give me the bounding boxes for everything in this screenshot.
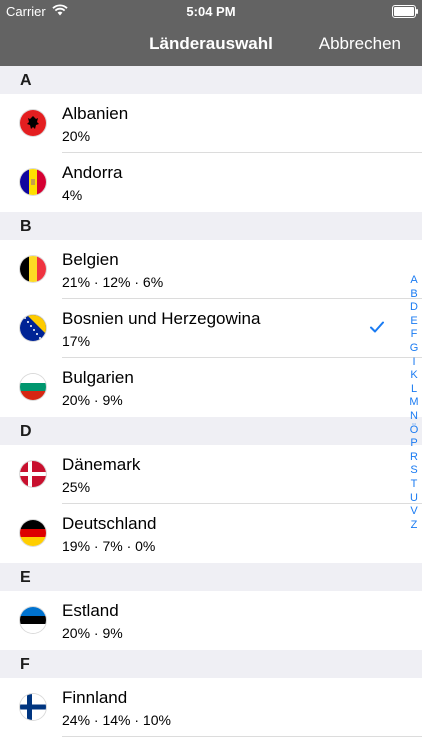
bosnia-flag-icon [20, 315, 46, 341]
index-letter[interactable]: D [406, 301, 422, 315]
index-letter[interactable]: L [406, 383, 422, 397]
index-letter[interactable]: G [406, 342, 422, 356]
country-name: Finnland [62, 688, 128, 707]
country-name: Dänemark [62, 455, 141, 474]
country-name: Bulgarien [62, 368, 134, 387]
index-letter[interactable]: P [406, 437, 422, 451]
vat-rates: 20% · 9% [62, 392, 123, 408]
section-header-e: E [0, 563, 422, 591]
list-item-belgium[interactable]: Belgien 21% · 12% · 6% [0, 240, 422, 299]
index-letter[interactable]: V [406, 505, 422, 519]
index-letter[interactable]: N [406, 410, 422, 424]
list-item-denmark[interactable]: Dänemark 25% [0, 445, 422, 504]
status-bar: Carrier 5:04 PM [0, 0, 422, 22]
battery-icon [392, 5, 418, 18]
section-header-d: D [0, 417, 422, 445]
country-name: Andorra [62, 163, 123, 182]
index-letter[interactable]: F [406, 328, 422, 342]
country-name: Estland [62, 601, 119, 620]
index-letter[interactable]: U [406, 492, 422, 506]
checkmark-icon [369, 319, 385, 335]
index-letter[interactable]: M [406, 396, 422, 410]
clock: 5:04 PM [186, 4, 236, 19]
country-name: Belgien [62, 250, 119, 269]
vat-rates: 4% [62, 187, 83, 203]
country-list[interactable]: A Albanien 20% Andorra 4% B Belgien 21% … [0, 66, 422, 750]
index-letter[interactable]: Z [406, 519, 422, 533]
row-divider [62, 736, 422, 737]
index-letter[interactable]: T [406, 478, 422, 492]
section-header-b: B [0, 212, 422, 240]
country-name: Albanien [62, 104, 129, 123]
index-letter[interactable]: K [406, 369, 422, 383]
andorra-flag-icon [20, 169, 46, 195]
index-letter[interactable]: Ö [406, 424, 422, 438]
country-name: Bosnien und Herzegowina [62, 309, 261, 328]
list-item-bulgaria[interactable]: Bulgarien 20% · 9% [0, 358, 422, 417]
section-header-a: A [0, 66, 422, 94]
bulgaria-flag-icon [20, 374, 46, 400]
vat-rates: 19% · 7% · 0% [62, 538, 156, 554]
albania-flag-icon [20, 110, 46, 136]
denmark-flag-icon [20, 461, 46, 487]
section-header-f: F [0, 650, 422, 678]
vat-rates: 24% · 14% · 10% [62, 712, 171, 728]
section-letter: E [20, 569, 31, 586]
estonia-flag-icon [20, 607, 46, 633]
index-letter[interactable]: B [406, 288, 422, 302]
vat-rates: 17% [62, 333, 91, 349]
list-item-bosnia[interactable]: Bosnien und Herzegowina 17% [0, 299, 422, 358]
belgium-flag-icon [20, 256, 46, 282]
list-item-albania[interactable]: Albanien 20% [0, 94, 422, 153]
index-letter[interactable]: E [406, 315, 422, 329]
index-letter[interactable]: I [406, 356, 422, 370]
vat-rates: 21% · 12% · 6% [62, 274, 164, 290]
section-letter: A [20, 72, 32, 89]
section-index[interactable]: A B D E F G I K L M N Ö P R S T U V Z [406, 274, 422, 532]
finland-flag-icon [20, 694, 46, 720]
section-letter: D [20, 423, 32, 440]
vat-rates: 20% [62, 128, 91, 144]
list-item-germany[interactable]: Deutschland 19% · 7% · 0% [0, 504, 422, 563]
list-item-finland[interactable]: Finnland 24% · 14% · 10% [0, 678, 422, 737]
vat-rates: 25% [62, 479, 91, 495]
country-name: Deutschland [62, 514, 157, 533]
index-letter[interactable]: S [406, 464, 422, 478]
index-letter[interactable]: R [406, 451, 422, 465]
list-item-estonia[interactable]: Estland 20% · 9% [0, 591, 422, 650]
list-item-andorra[interactable]: Andorra 4% [0, 153, 422, 212]
section-letter: F [20, 656, 30, 673]
index-letter[interactable]: A [406, 274, 422, 288]
section-letter: B [20, 218, 32, 235]
navigation-bar: Länderauswahl Abbrechen [0, 22, 422, 66]
cancel-button[interactable]: Abbrechen [319, 34, 401, 54]
vat-rates: 20% · 9% [62, 625, 123, 641]
germany-flag-icon [20, 520, 46, 546]
